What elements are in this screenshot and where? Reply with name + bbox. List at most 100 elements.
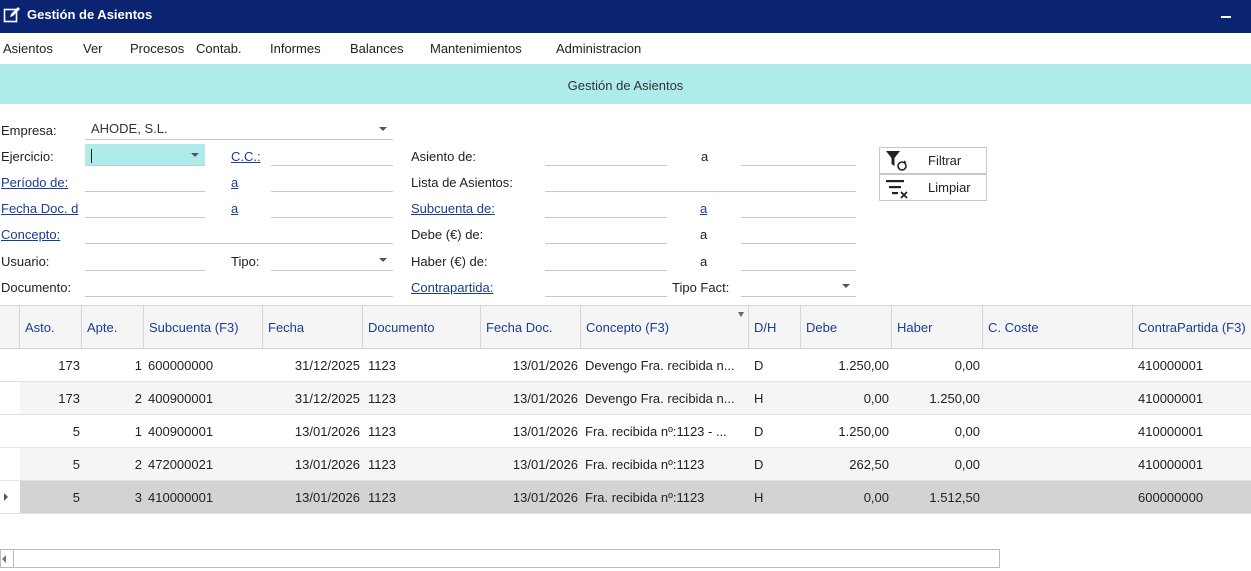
header-fecha[interactable]: Fecha xyxy=(263,306,363,349)
cell-fecha[interactable]: 13/01/2026 xyxy=(263,481,360,513)
cell-haber[interactable]: 0,00 xyxy=(892,448,980,480)
cell-haber[interactable]: 1.250,00 xyxy=(892,382,980,414)
table-row[interactable]: 173 2 400900001 31/12/2025 1123 13/01/2026 Dev… xyxy=(0,382,1251,415)
empresa-select[interactable]: AHODE, S.L. xyxy=(85,118,393,140)
periodo-from-field[interactable] xyxy=(85,170,205,192)
header-haber[interactable]: Haber xyxy=(892,306,983,349)
minimize-button[interactable] xyxy=(1216,4,1236,26)
cell-concepto[interactable]: Fra. recibida nº:1123 xyxy=(585,481,747,513)
asiento-from-field[interactable] xyxy=(545,144,667,166)
cell-contrapartida[interactable]: 410000001 xyxy=(1138,382,1248,414)
header-debe[interactable]: Debe xyxy=(801,306,892,349)
subcuenta-to-label[interactable]: a xyxy=(700,201,707,216)
menu-asientos[interactable]: Asientos xyxy=(3,41,53,56)
cell-fecha-doc[interactable]: 13/01/2026 xyxy=(481,481,578,513)
cell-contrapartida[interactable]: 600000000 xyxy=(1138,481,1248,513)
menu-ver[interactable]: Ver xyxy=(83,41,103,56)
menu-administracion[interactable]: Administracion xyxy=(556,41,641,56)
haber-to-field[interactable] xyxy=(741,249,856,271)
cell-subcuenta[interactable]: 600000000 xyxy=(148,349,263,381)
cell-concepto[interactable]: Fra. recibida nº:1123 - ... xyxy=(585,415,747,447)
subcuenta-to-field[interactable] xyxy=(741,196,856,218)
header-concepto[interactable]: Concepto (F3) xyxy=(581,306,749,349)
cell-subcuenta[interactable]: 400900001 xyxy=(148,382,263,414)
menu-contab[interactable]: Contab. xyxy=(196,41,242,56)
table-row[interactable]: 5 2 472000021 13/01/2026 1123 13/01/2026 Fra. … xyxy=(0,448,1251,481)
header-contrapartida[interactable]: ContraPartida (F3) xyxy=(1133,306,1251,349)
cell-documento[interactable]: 1123 xyxy=(368,349,478,381)
cell-c-coste[interactable] xyxy=(988,481,1128,513)
header-apte[interactable]: Apte. xyxy=(82,306,144,349)
cell-concepto[interactable]: Devengo Fra. recibida n... xyxy=(585,349,747,381)
filtrar-button[interactable]: Filtrar xyxy=(879,147,987,174)
cell-fecha[interactable]: 31/12/2025 xyxy=(263,382,360,414)
cell-contrapartida[interactable]: 410000001 xyxy=(1138,448,1248,480)
fecha-doc-from-field[interactable] xyxy=(85,196,205,218)
cell-c-coste[interactable] xyxy=(988,415,1128,447)
cell-c-coste[interactable] xyxy=(988,448,1128,480)
menu-informes[interactable]: Informes xyxy=(270,41,321,56)
cell-fecha[interactable]: 31/12/2025 xyxy=(263,349,360,381)
cell-debe[interactable]: 1.250,00 xyxy=(801,415,889,447)
cell-apte[interactable]: 1 xyxy=(82,415,142,447)
cell-haber[interactable]: 0,00 xyxy=(892,415,980,447)
debe-to-field[interactable] xyxy=(741,222,856,244)
cell-dh[interactable]: D xyxy=(754,349,799,381)
horizontal-scrollbar[interactable] xyxy=(0,549,1000,568)
cell-fecha-doc[interactable]: 13/01/2026 xyxy=(481,382,578,414)
cell-fecha-doc[interactable]: 13/01/2026 xyxy=(481,349,578,381)
cell-dh[interactable]: H xyxy=(754,481,799,513)
cell-debe[interactable]: 262,50 xyxy=(801,448,889,480)
cell-apte[interactable]: 2 xyxy=(82,382,142,414)
cell-subcuenta[interactable]: 472000021 xyxy=(148,448,263,480)
row-indicator[interactable] xyxy=(0,349,20,381)
cell-contrapartida[interactable]: 410000001 xyxy=(1138,415,1248,447)
fecha-doc-to-label[interactable]: a xyxy=(231,201,238,216)
cell-documento[interactable]: 1123 xyxy=(368,481,478,513)
debe-from-field[interactable] xyxy=(545,222,667,244)
subcuenta-from-field[interactable] xyxy=(545,196,667,218)
cell-haber[interactable]: 0,00 xyxy=(892,349,980,381)
cell-fecha[interactable]: 13/01/2026 xyxy=(263,448,360,480)
scroll-left-icon[interactable] xyxy=(2,555,6,563)
cell-apte[interactable]: 2 xyxy=(82,448,142,480)
cell-fecha-doc[interactable]: 13/01/2026 xyxy=(481,415,578,447)
row-indicator[interactable] xyxy=(0,382,20,414)
cell-debe[interactable]: 1.250,00 xyxy=(801,349,889,381)
haber-from-field[interactable] xyxy=(545,249,667,271)
cell-asto[interactable]: 5 xyxy=(20,415,80,447)
cell-asto[interactable]: 173 xyxy=(20,349,80,381)
cc-label[interactable]: C.C.: xyxy=(231,149,261,164)
header-documento[interactable]: Documento xyxy=(363,306,481,349)
cell-dh[interactable]: D xyxy=(754,448,799,480)
row-indicator[interactable] xyxy=(0,481,20,513)
cell-apte[interactable]: 3 xyxy=(82,481,142,513)
cell-debe[interactable]: 0,00 xyxy=(801,382,889,414)
tipo-select[interactable] xyxy=(271,249,393,271)
cell-fecha-doc[interactable]: 13/01/2026 xyxy=(481,448,578,480)
concepto-field[interactable] xyxy=(85,222,393,244)
cell-c-coste[interactable] xyxy=(988,349,1128,381)
periodo-to-field[interactable] xyxy=(271,170,393,192)
periodo-label[interactable]: Período de: xyxy=(1,175,68,190)
menu-mantenimientos[interactable]: Mantenimientos xyxy=(430,41,522,56)
scrollbar-thumb[interactable] xyxy=(13,550,998,567)
periodo-to-label[interactable]: a xyxy=(231,175,238,190)
cell-asto[interactable]: 5 xyxy=(20,481,80,513)
header-subcuenta[interactable]: Subcuenta (F3) xyxy=(144,306,263,349)
table-row[interactable]: 173 1 600000000 31/12/2025 1123 13/01/2026 Dev… xyxy=(0,349,1251,382)
cell-asto[interactable]: 5 xyxy=(20,448,80,480)
cell-subcuenta[interactable]: 400900001 xyxy=(148,415,263,447)
menu-procesos[interactable]: Procesos xyxy=(130,41,184,56)
lista-asientos-field[interactable] xyxy=(545,170,856,192)
header-fecha-doc[interactable]: Fecha Doc. xyxy=(481,306,581,349)
cell-documento[interactable]: 1123 xyxy=(368,415,478,447)
cell-c-coste[interactable] xyxy=(988,382,1128,414)
cell-fecha[interactable]: 13/01/2026 xyxy=(263,415,360,447)
filter-arrow-icon[interactable] xyxy=(738,312,744,317)
menu-balances[interactable]: Balances xyxy=(350,41,403,56)
header-dh[interactable]: D/H xyxy=(749,306,801,349)
tipo-fact-select[interactable] xyxy=(741,275,856,297)
cell-concepto[interactable]: Devengo Fra. recibida n... xyxy=(585,382,747,414)
documento-field[interactable] xyxy=(85,275,393,297)
